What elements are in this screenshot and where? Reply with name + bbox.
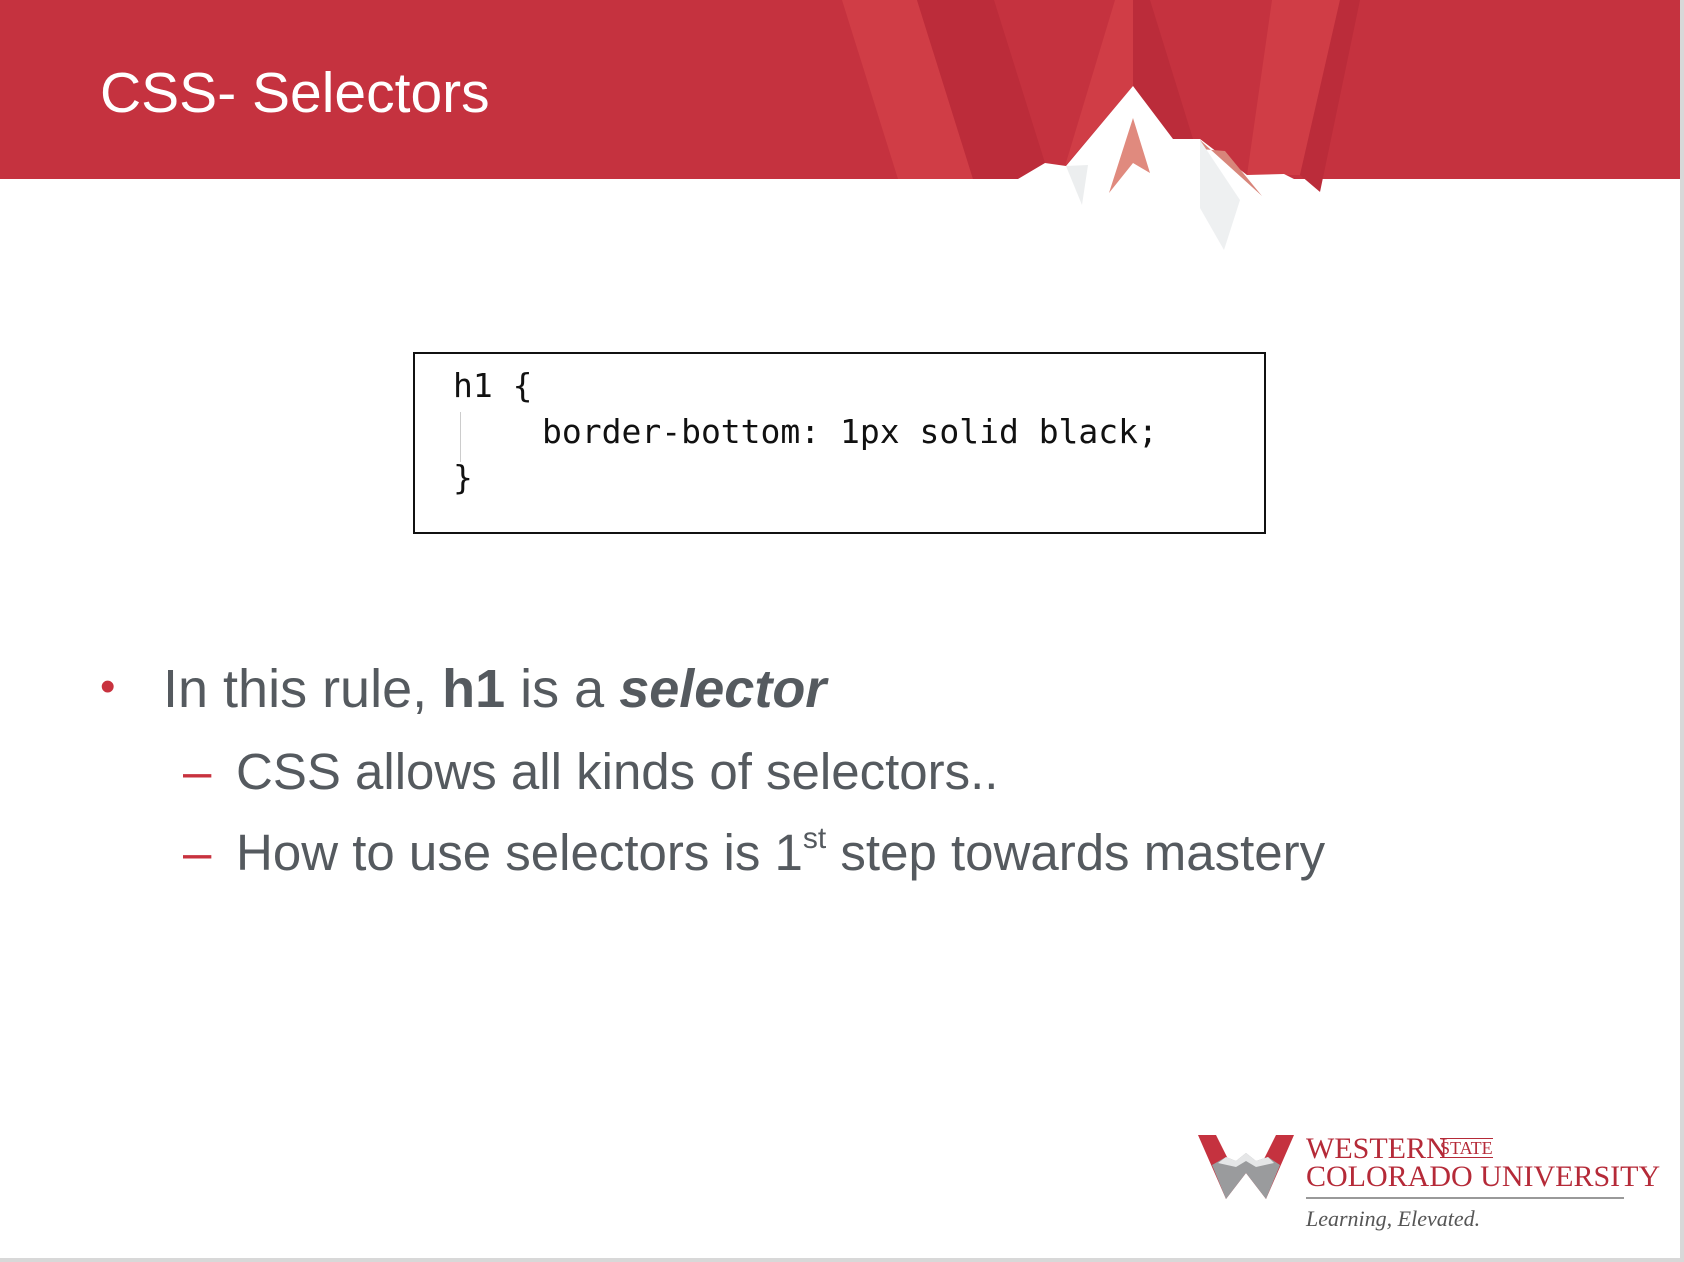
dash-icon: –	[183, 743, 212, 800]
dash-icon: –	[183, 824, 212, 881]
code-line: border-bottom: 1px solid black;	[542, 412, 1158, 451]
sub-bullet: CSS allows all kinds of selectors..	[236, 743, 999, 800]
bullet-text: In this rule,	[163, 659, 443, 719]
slide-title: CSS- Selectors	[100, 61, 490, 125]
logo-state: STATE	[1440, 1138, 1493, 1158]
sub-bullet-text: How to use selectors is 1	[236, 824, 803, 881]
code-line: h1 {	[453, 366, 533, 405]
sub-bullet: How to use selectors is 1st step towards…	[236, 823, 1325, 882]
bullet-icon: •	[100, 662, 116, 711]
bullet-bold-italic: selector	[619, 659, 827, 719]
code-line: }	[453, 458, 473, 497]
logo-line2: COLORADO UNIVERSITY	[1306, 1160, 1660, 1199]
code-snippet: h1 { border-bottom: 1px solid black; }	[413, 352, 1266, 534]
bullet-bold: h1	[442, 659, 506, 719]
bullet-main: In this rule, h1 is a selector	[163, 658, 826, 720]
superscript: st	[802, 822, 827, 855]
slide: CSS- Selectors h1 { border-bottom: 1px s…	[0, 0, 1684, 1262]
w-mountain-logo-icon	[1198, 1135, 1294, 1199]
indent-guide	[460, 412, 461, 462]
bullet-text: is a	[505, 659, 620, 719]
logo-tagline: Learning, Elevated.	[1306, 1206, 1481, 1231]
header-banner	[0, 0, 1680, 260]
sub-bullet-text: step towards mastery	[826, 824, 1326, 881]
